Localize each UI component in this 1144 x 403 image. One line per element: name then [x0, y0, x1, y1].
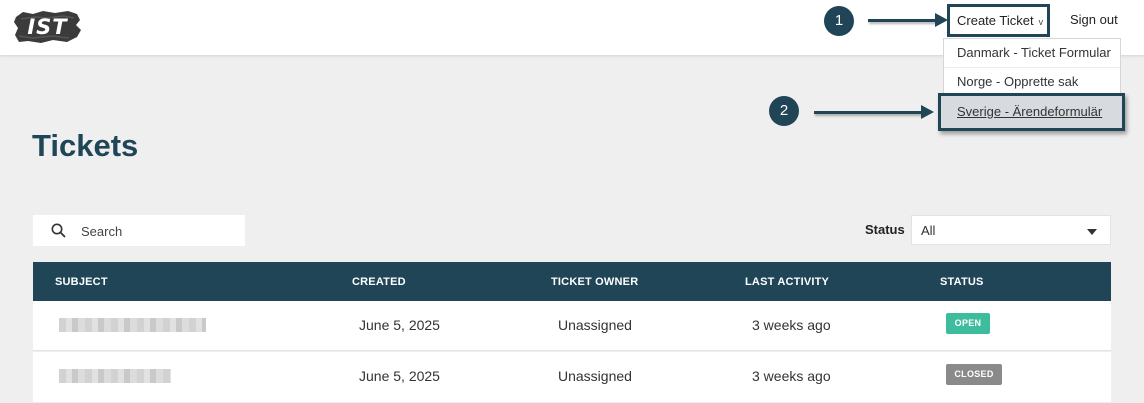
ticket-owner: Unassigned — [558, 368, 632, 384]
ticket-created: June 5, 2025 — [359, 368, 440, 384]
logo-text: IST — [27, 15, 68, 39]
status-badge: CLOSED — [946, 364, 1002, 385]
step-2-marker: 2 — [769, 96, 799, 126]
table-row[interactable]: June 5, 2025 Unassigned 3 weeks ago OPEN — [33, 301, 1111, 351]
column-header-last-activity[interactable]: LAST ACTIVITY — [745, 276, 829, 288]
arrow-to-create-ticket — [868, 13, 948, 27]
dropdown-item-danmark[interactable]: Danmark - Ticket Formular — [944, 39, 1120, 67]
table-header: SUBJECT CREATED TICKET OWNER LAST ACTIVI… — [33, 262, 1111, 301]
ticket-subject-redacted[interactable] — [59, 318, 206, 332]
dropdown-item-sverige-label: Sverige - Ärendeformulär — [957, 104, 1103, 119]
table-row[interactable]: June 5, 2025 Unassigned 3 weeks ago CLOS… — [33, 352, 1111, 402]
tickets-table: SUBJECT CREATED TICKET OWNER LAST ACTIVI… — [33, 262, 1111, 403]
dropdown-item-norge[interactable]: Norge - Opprette sak — [944, 67, 1120, 95]
column-header-created[interactable]: CREATED — [352, 276, 406, 288]
status-filter-label: Status — [865, 222, 905, 237]
status-filter-value: All — [921, 223, 936, 238]
search-icon — [51, 223, 66, 238]
ticket-created: June 5, 2025 — [359, 317, 440, 333]
caret-down-icon — [1087, 229, 1097, 235]
sign-out-link[interactable]: Sign out — [1070, 12, 1118, 27]
step-1-marker: 1 — [824, 6, 854, 36]
status-filter-select[interactable]: All — [911, 215, 1111, 245]
ticket-last-activity: 3 weeks ago — [752, 317, 831, 333]
page-title: Tickets — [32, 128, 139, 163]
ticket-owner: Unassigned — [558, 317, 632, 333]
column-header-ticket-owner[interactable]: TICKET OWNER — [551, 276, 638, 288]
ticket-last-activity: 3 weeks ago — [752, 368, 831, 384]
dropdown-item-sverige[interactable]: Sverige - Ärendeformulär — [938, 93, 1125, 131]
column-header-subject[interactable]: SUBJECT — [55, 276, 108, 288]
ticket-subject-redacted[interactable] — [59, 369, 171, 383]
search-box[interactable] — [33, 215, 245, 246]
status-badge: OPEN — [946, 313, 990, 334]
column-header-status[interactable]: STATUS — [940, 276, 984, 288]
ist-logo[interactable]: IST — [13, 9, 82, 45]
create-ticket-label: Create Ticket — [957, 13, 1034, 28]
create-ticket-button[interactable]: Create Ticket v — [947, 4, 1050, 37]
chevron-down-icon: v — [1038, 17, 1044, 27]
arrow-to-sverige — [814, 105, 934, 119]
search-input[interactable] — [81, 221, 231, 241]
